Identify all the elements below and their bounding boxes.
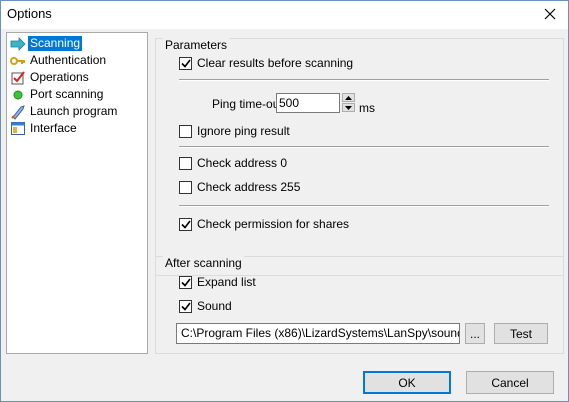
checkbox-box[interactable]	[179, 124, 192, 138]
separator	[179, 205, 549, 207]
checkbox-label: Check address 255	[197, 180, 301, 194]
tree-item-operations[interactable]: Operations	[10, 69, 91, 86]
checkbox-label: Sound	[197, 299, 232, 313]
check-address-255-checkbox[interactable]: Check address 255	[179, 180, 300, 194]
tree-item-label: Scanning	[28, 36, 83, 51]
close-icon[interactable]	[540, 4, 560, 24]
ping-timeout-label: Ping time-out	[212, 97, 283, 111]
checkbox-label: Clear results before scanning	[197, 56, 354, 70]
tree-item-launch-program[interactable]: Launch program	[10, 103, 119, 120]
tree-item-interface[interactable]: Interface	[10, 120, 79, 137]
key-icon	[10, 53, 26, 69]
window-icon	[10, 121, 26, 137]
tree-item-label: Interface	[30, 121, 77, 135]
group-title: After scanning	[163, 256, 244, 270]
category-tree[interactable]: Scanning Authentication Operations Port …	[6, 32, 148, 354]
tree-item-label: Launch program	[30, 104, 118, 118]
settings-panel: Parameters Clear results before scanning…	[155, 32, 564, 354]
browse-button[interactable]: ...	[465, 323, 485, 344]
checkbox-label: Check permission for shares	[197, 217, 350, 231]
tree-item-port-scanning[interactable]: Port scanning	[10, 86, 105, 103]
separator	[179, 146, 549, 148]
stepper-up-icon[interactable]	[342, 93, 355, 102]
tree-item-label: Authentication	[30, 53, 107, 67]
green-dot-icon	[10, 87, 26, 103]
group-title: Parameters	[163, 38, 230, 52]
rocket-icon	[10, 104, 26, 120]
check-permission-checkbox[interactable]: Check permission for shares	[179, 217, 349, 231]
ping-timeout-input[interactable]: 500	[276, 93, 340, 113]
options-dialog: Options Scanning Authentication Operatio…	[0, 0, 569, 402]
clear-results-checkbox[interactable]: Clear results before scanning	[179, 56, 353, 70]
tree-item-label: Port scanning	[30, 87, 104, 101]
stepper-down-icon[interactable]	[342, 103, 355, 112]
expand-list-checkbox[interactable]: Expand list	[179, 275, 256, 289]
arrow-right-icon	[10, 36, 26, 52]
tree-item-authentication[interactable]: Authentication	[10, 52, 108, 69]
separator	[179, 79, 549, 81]
title-bar: Options	[1, 1, 568, 29]
sound-checkbox[interactable]: Sound	[179, 299, 232, 313]
sound-path-field[interactable]: C:\Program Files (x86)\LizardSystems\Lan…	[176, 323, 460, 344]
ignore-ping-checkbox[interactable]: Ignore ping result	[179, 124, 290, 138]
checkbox-box[interactable]	[179, 299, 192, 313]
checkbox-box[interactable]	[179, 56, 192, 70]
checklist-icon	[10, 70, 26, 86]
checkbox-label: Check address 0	[197, 156, 288, 170]
checkbox-box[interactable]	[179, 217, 192, 231]
tree-item-scanning[interactable]: Scanning	[10, 35, 83, 52]
checkbox-label: Expand list	[197, 275, 256, 289]
ping-timeout-unit: ms	[359, 101, 375, 115]
checkbox-box[interactable]	[179, 156, 192, 170]
checkbox-label: Ignore ping result	[197, 124, 290, 138]
ok-button[interactable]: OK	[363, 371, 451, 394]
cancel-button[interactable]: Cancel	[466, 371, 554, 394]
checkbox-box[interactable]	[179, 275, 192, 289]
window-title: Options	[7, 6, 52, 21]
checkbox-box[interactable]	[179, 180, 192, 194]
tree-item-label: Operations	[30, 70, 89, 84]
check-address-0-checkbox[interactable]: Check address 0	[179, 156, 287, 170]
test-sound-button[interactable]: Test	[494, 323, 548, 344]
ping-timeout-stepper[interactable]	[342, 93, 355, 113]
